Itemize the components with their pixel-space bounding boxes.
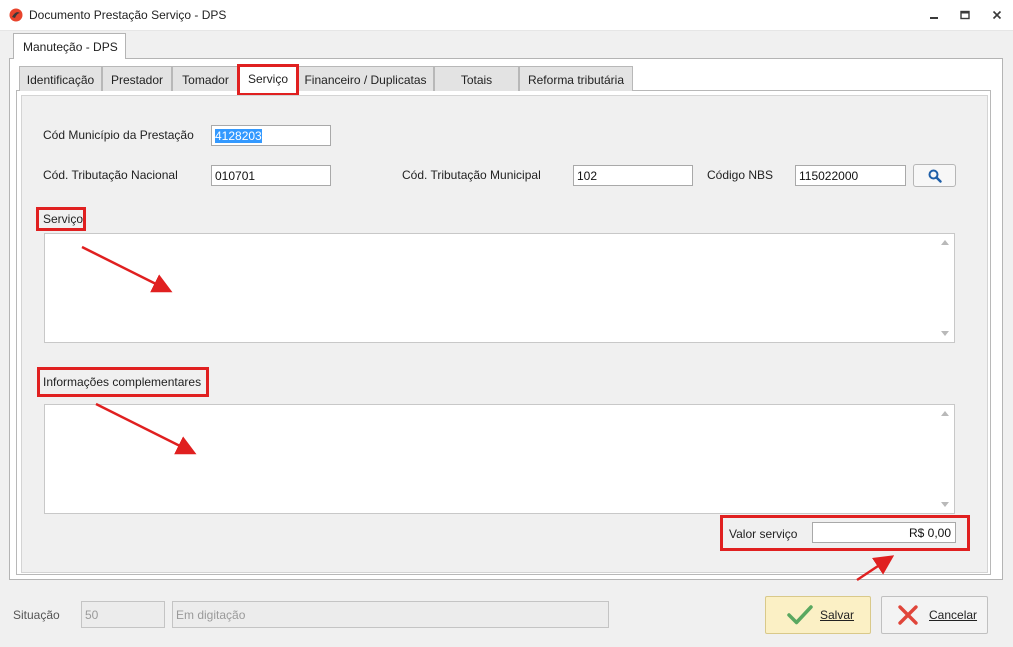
servico-scrollbar[interactable]	[937, 234, 954, 342]
close-icon	[992, 10, 1002, 20]
servico-textarea[interactable]	[44, 233, 955, 343]
tab-reforma-tributaria[interactable]: Reforma tributária	[519, 66, 633, 91]
minimize-button[interactable]	[923, 6, 945, 24]
tab-manutencao-dps[interactable]: Manutеção - DPS	[13, 33, 126, 59]
restore-icon	[960, 10, 970, 20]
cod-municipio-input[interactable]: 4128203	[211, 125, 331, 146]
cancel-label: Cancelar	[929, 608, 978, 622]
tab-financeiro-duplicatas[interactable]: Financeiro / Duplicatas	[297, 66, 434, 91]
app-logo-icon	[9, 8, 23, 22]
minimize-icon	[930, 17, 938, 19]
cod-trib-nacional-label: Cód. Tributação Nacional	[43, 168, 178, 182]
cod-municipio-label: Cód Município da Prestação	[43, 128, 194, 142]
scroll-up-icon	[941, 240, 949, 245]
close-button[interactable]	[986, 6, 1008, 24]
info-complementares-textarea[interactable]	[44, 404, 955, 514]
scroll-up-icon	[941, 411, 949, 416]
tab-totais[interactable]: Totais	[434, 66, 519, 91]
search-nbs-button[interactable]	[913, 164, 956, 187]
cod-trib-municipal-label: Cód. Tributação Municipal	[402, 168, 541, 182]
situacao-code-field: 50	[81, 601, 165, 628]
situacao-text-field: Em digitação	[172, 601, 609, 628]
tab-manutencao-label: Manutеção - DPS	[23, 40, 118, 54]
codigo-nbs-input[interactable]: 115022000	[795, 165, 906, 186]
cancel-button[interactable]: Cancelar	[881, 596, 988, 634]
highlight-tab-servico	[237, 64, 299, 96]
check-icon	[787, 605, 813, 625]
scroll-down-icon	[941, 502, 949, 507]
save-label: Salvar	[820, 608, 855, 622]
cod-municipio-value: 4128203	[215, 129, 262, 143]
info-scrollbar[interactable]	[937, 405, 954, 513]
restore-button[interactable]	[954, 6, 976, 24]
search-icon	[928, 169, 942, 183]
scroll-down-icon	[941, 331, 949, 336]
tab-prestador[interactable]: Prestador	[102, 66, 172, 91]
highlight-info-label	[37, 367, 209, 397]
codigo-nbs-label: Código NBS	[707, 168, 774, 182]
window-title: Documento Prestação Serviço - DPS	[29, 8, 227, 22]
situacao-label: Situação	[13, 608, 60, 622]
highlight-servico-label	[36, 207, 86, 231]
cod-trib-municipal-input[interactable]: 102	[573, 165, 693, 186]
x-icon	[898, 605, 918, 625]
save-button[interactable]: Salvar	[765, 596, 871, 634]
tab-tomador[interactable]: Tomador	[172, 66, 239, 91]
tab-identificacao[interactable]: Identificação	[19, 66, 102, 91]
highlight-valor-servico	[720, 515, 970, 551]
cod-trib-nacional-input[interactable]: 010701	[211, 165, 331, 186]
